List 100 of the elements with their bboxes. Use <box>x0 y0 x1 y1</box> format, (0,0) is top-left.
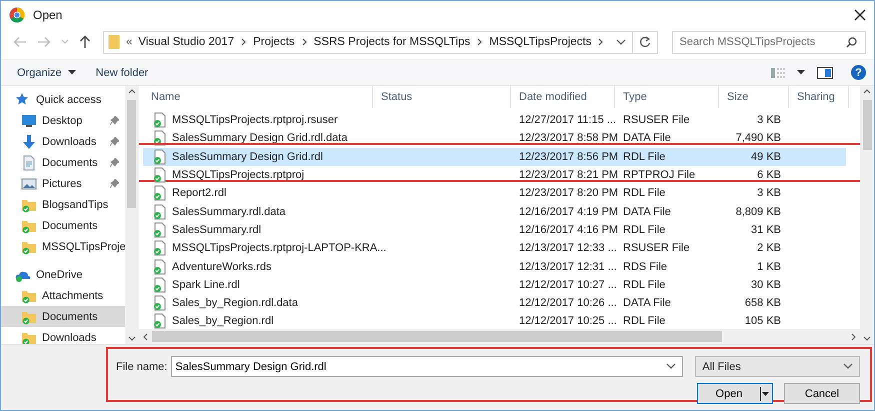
help-button[interactable]: ? <box>851 65 866 80</box>
breadcrumb[interactable]: MSSQLTipsProjects <box>489 36 592 48</box>
search-input[interactable]: Search MSSQLTipsProjects <box>679 32 846 52</box>
column-header[interactable]: Date modified <box>511 86 615 108</box>
chevron-icon[interactable] <box>597 37 604 47</box>
sidebar-item[interactable]: Desktop <box>1 110 125 131</box>
breadcrumb[interactable]: SSRS Projects for MSSQLTips <box>314 36 470 48</box>
sidebar-item[interactable]: Downloads <box>1 327 125 344</box>
scrollbar[interactable] <box>860 86 874 344</box>
new-folder-button[interactable]: New folder <box>92 64 152 80</box>
preview-pane-icon[interactable] <box>817 66 833 78</box>
overflow-chevrons[interactable]: « <box>126 36 132 48</box>
breadcrumb[interactable]: Projects <box>253 36 295 48</box>
open-button[interactable]: Open <box>697 383 773 404</box>
selected-row-highlight[interactable] <box>143 148 846 166</box>
up-arrow-icon[interactable] <box>79 35 91 49</box>
sidebar-item[interactable]: BlogsandTips <box>1 194 125 215</box>
breadcrumb[interactable]: Visual Studio 2017 <box>138 36 234 48</box>
table-cell-text: RPTPROJ File <box>622 169 696 182</box>
field-label: File name: <box>116 360 168 372</box>
scrollbar-thumb[interactable] <box>127 100 136 208</box>
refresh-icon[interactable] <box>639 36 652 48</box>
file-name[interactable]: MSSQLTipsProjects.rptproj-LAPTOP-KRA... <box>172 242 386 254</box>
table-cell-text: RDL File <box>622 315 666 328</box>
file-icon <box>152 222 166 238</box>
table-cell-text: 6 KB <box>756 169 782 182</box>
sidebar-label: Downloads <box>42 136 96 148</box>
table-cell-text: 12/27/2017 11:15 ... <box>518 114 615 126</box>
file-name[interactable]: Spark Line.rdl <box>172 278 240 291</box>
scrollbar-thumb[interactable] <box>152 331 722 342</box>
sidebar-label: Attachments <box>42 290 104 302</box>
down-chevron-icon[interactable] <box>863 336 871 341</box>
table-cell-text: 8,809 KB <box>734 206 782 218</box>
file-icon <box>152 258 166 275</box>
sidebar-item[interactable]: Attachments <box>1 285 125 306</box>
scrollbar[interactable] <box>125 86 138 344</box>
sidebar-item[interactable]: Documents <box>1 152 125 173</box>
dropdown-icon[interactable] <box>616 38 626 46</box>
table-cell-text: 3 KB <box>756 187 782 200</box>
caret-icon <box>760 386 769 400</box>
file-name[interactable]: SalesSummary.rdl.data <box>172 206 286 218</box>
chevron-icon[interactable] <box>476 37 484 47</box>
sidebar-item[interactable]: Documents <box>1 306 125 327</box>
column-header[interactable]: Type <box>615 86 719 108</box>
left-chevron-icon[interactable] <box>143 332 148 340</box>
chevron-icon[interactable] <box>300 37 308 47</box>
table-cell-text: 12/12/2017 10:27 ... <box>518 278 615 291</box>
file-name[interactable]: MSSQLTipsProjects.rptproj.rsuser <box>172 114 338 126</box>
table-cell-text: 105 KB <box>744 315 782 328</box>
table-cell-text: 12/12/2017 10:25 ... <box>518 315 615 328</box>
table-cell-text: RDL File <box>622 187 666 200</box>
table-cell-text: RDS File <box>622 260 668 273</box>
sidebar-item[interactable]: Downloads <box>1 131 125 152</box>
file-name[interactable]: Sales_by_Region.rdl <box>172 315 274 328</box>
file-icon <box>152 295 166 312</box>
cancel-button[interactable]: Cancel <box>784 383 860 404</box>
chevron-icon[interactable] <box>240 37 248 47</box>
down-arrow-icon <box>21 134 37 150</box>
sidebar-item[interactable]: Pictures <box>1 173 125 194</box>
file-name[interactable]: Sales_by_Region.rdl.data <box>172 297 298 310</box>
sidebar-label: MSSQLTipsProje <box>42 240 125 252</box>
table-cell-text: 2 KB <box>756 242 782 254</box>
close-icon[interactable] <box>854 8 866 20</box>
file-type-dropdown[interactable]: All Files <box>695 356 860 377</box>
address-bar[interactable]: « Visual Studio 2017 Projects SSRS Projects for MSSQLTips MSSQLTipsProjects <box>103 30 658 54</box>
table-cell-text: 12/16/2017 4:19 PM <box>518 206 615 218</box>
dropdown-icon <box>666 363 676 370</box>
table-cell-text: 30 KB <box>750 278 782 291</box>
right-chevron-icon[interactable] <box>851 332 856 340</box>
sidebar-item[interactable]: Documents <box>1 215 125 236</box>
up-chevron-icon[interactable] <box>863 89 871 94</box>
column-header[interactable]: Size <box>719 86 789 108</box>
sidebar-item[interactable]: MSSQLTipsProje <box>1 236 125 257</box>
table-cell-text: 12/23/2017 8:21 PM <box>518 169 615 182</box>
file-name[interactable]: AdventureWorks.rds <box>172 260 272 273</box>
file-name[interactable]: SalesSummary.rdl <box>172 224 262 236</box>
circle-logo-icon <box>9 6 25 22</box>
file-name[interactable]: MSSQLTipsProjects.rptproj <box>172 169 304 182</box>
sidebar-label: Documents <box>42 156 98 168</box>
table-cell-text: RDL File <box>622 224 666 236</box>
sidebar-item[interactable]: Quick access <box>36 94 102 106</box>
caret-icon <box>68 70 76 75</box>
file-icon <box>152 313 166 329</box>
scrollbar-thumb[interactable] <box>862 100 872 150</box>
file-name[interactable]: SalesSummary Design Grid.rdl <box>172 150 323 163</box>
column-header[interactable]: Status <box>373 86 511 108</box>
file-icon <box>152 148 166 165</box>
column-header[interactable]: Sharing <box>789 86 849 108</box>
down-chevron-icon[interactable] <box>128 336 136 341</box>
file-name[interactable]: SalesSummary Design Grid.rdl.data <box>172 132 348 144</box>
table-cell-text: RDL File <box>622 278 666 291</box>
up-chevron-icon[interactable] <box>128 89 136 94</box>
table-cell-text: 3 KB <box>756 114 782 126</box>
sidebar-item[interactable]: OneDrive <box>36 268 82 280</box>
file-name[interactable]: Report2.rdl <box>172 187 226 200</box>
caret-icon[interactable] <box>797 70 805 75</box>
organize-button[interactable]: Organize <box>13 64 80 80</box>
search-field[interactable]: Search MSSQLTipsProjects <box>672 30 866 54</box>
table-cell-text: RDL File <box>622 150 666 163</box>
column-header[interactable]: Name <box>143 86 373 108</box>
